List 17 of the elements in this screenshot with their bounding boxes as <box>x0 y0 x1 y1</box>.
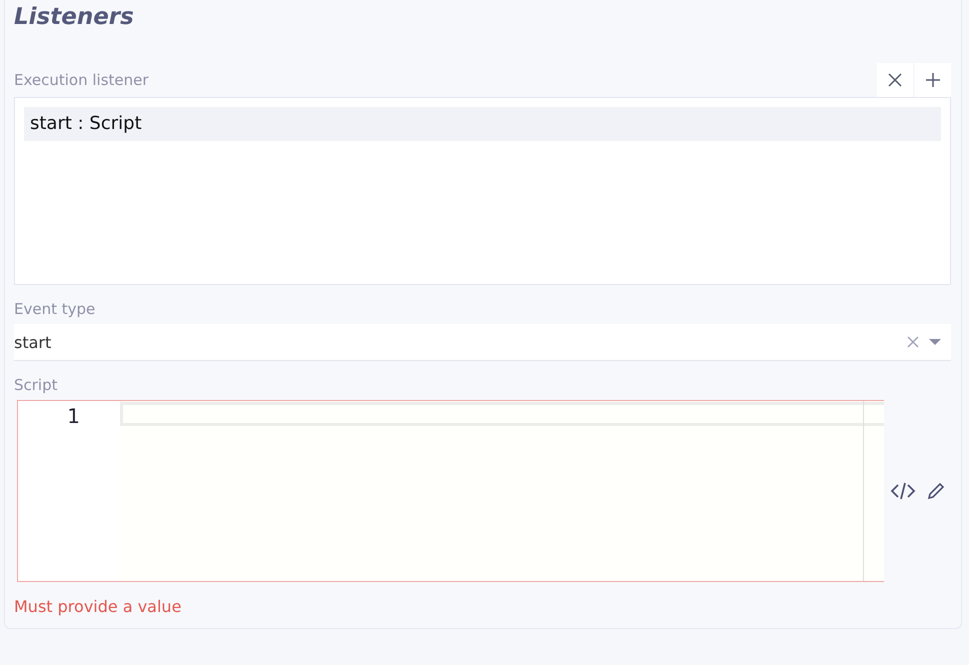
add-button[interactable] <box>915 63 951 97</box>
field-label: Event type <box>14 300 96 320</box>
event-type-select[interactable]: start <box>14 324 951 361</box>
clear-icon[interactable] <box>907 336 919 348</box>
close-icon <box>887 72 903 88</box>
plus-icon <box>925 72 941 88</box>
field-label: Execution listener <box>14 71 149 91</box>
list-item[interactable]: start : Script <box>24 107 941 141</box>
line-number: 1 <box>66 403 81 430</box>
caret-icon[interactable] <box>929 338 941 346</box>
pencil-icon[interactable] <box>926 481 946 501</box>
error-message: Must provide a value <box>14 597 182 616</box>
field-label: Script <box>14 376 59 396</box>
code-icon[interactable] <box>890 480 916 502</box>
remove-button[interactable] <box>877 63 913 97</box>
section-title: Listeners <box>14 4 135 32</box>
code-editor[interactable]: 1 <box>17 400 884 582</box>
